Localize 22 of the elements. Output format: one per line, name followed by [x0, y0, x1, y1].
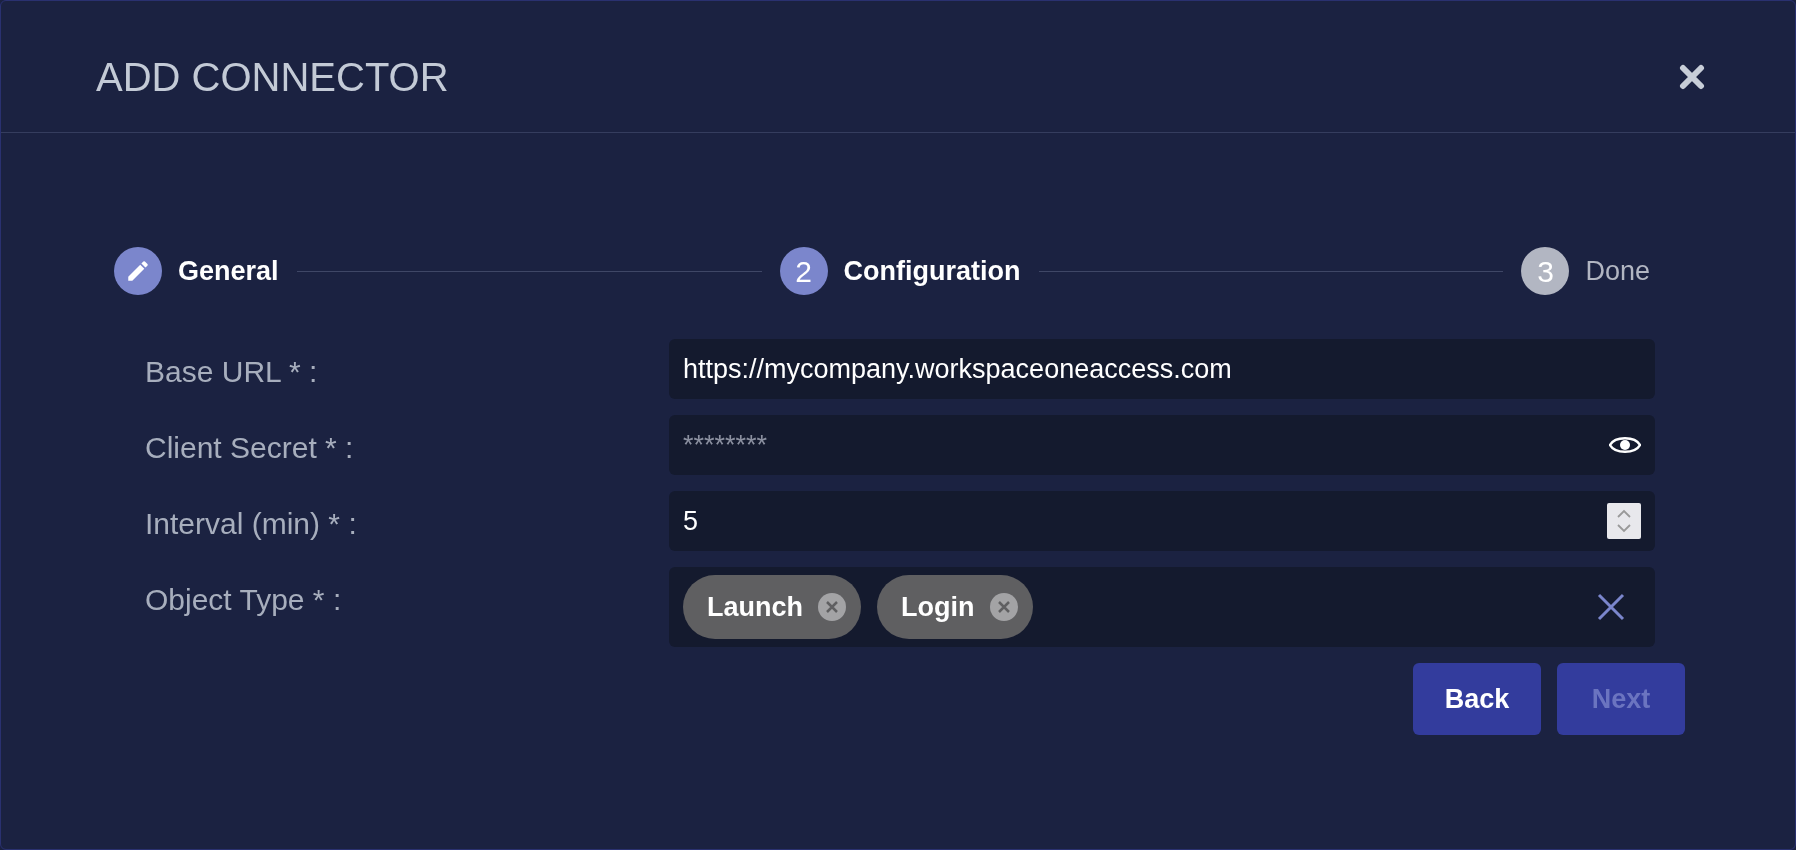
close-icon: [1679, 63, 1705, 90]
step-label: General: [178, 254, 279, 288]
clear-icon[interactable]: [1597, 593, 1625, 621]
remove-icon[interactable]: [817, 592, 847, 622]
step-number: 3: [1521, 247, 1570, 295]
input-field[interactable]: https://mycompany.workspaceoneaccess.com: [669, 339, 1655, 399]
tag-select-field[interactable]: Launch Login: [669, 567, 1655, 647]
dialog-title: ADD CONNECTOR: [96, 53, 449, 101]
field-label: Base URL * :: [145, 354, 319, 390]
step-number: 2: [779, 247, 828, 295]
step-label: Done: [1585, 254, 1650, 288]
step-button[interactable]: Back: [1413, 663, 1541, 735]
remove-icon[interactable]: [988, 592, 1019, 622]
field-label: Object Type * :: [145, 582, 343, 618]
tag-label: Launch: [707, 590, 803, 624]
field-label: Interval (min) * :: [145, 506, 358, 542]
input-field[interactable]: ********: [669, 415, 1655, 475]
eye-icon[interactable]: [1609, 434, 1641, 456]
step-label: Configuration: [843, 254, 1021, 288]
tag-label: Login: [901, 590, 975, 624]
input-field[interactable]: 5: [669, 491, 1655, 551]
field-label: Client Secret * :: [145, 430, 355, 466]
